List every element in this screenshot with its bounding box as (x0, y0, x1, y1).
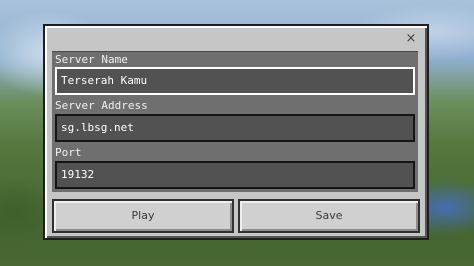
port-label: Port (55, 146, 82, 159)
add-server-dialog: × Server Name Terserah Kamu Server Addre… (43, 24, 429, 240)
play-button[interactable]: Play (52, 199, 234, 233)
close-icon[interactable]: × (403, 31, 419, 47)
server-name-label: Server Name (55, 53, 128, 66)
server-name-input[interactable]: Terserah Kamu (55, 67, 415, 95)
server-address-input[interactable]: sg.lbsg.net (55, 114, 415, 142)
port-input[interactable]: 19132 (55, 161, 415, 189)
save-button[interactable]: Save (238, 199, 420, 233)
server-address-label: Server Address (55, 99, 148, 112)
form-panel: Server Name Terserah Kamu Server Address… (52, 51, 418, 192)
